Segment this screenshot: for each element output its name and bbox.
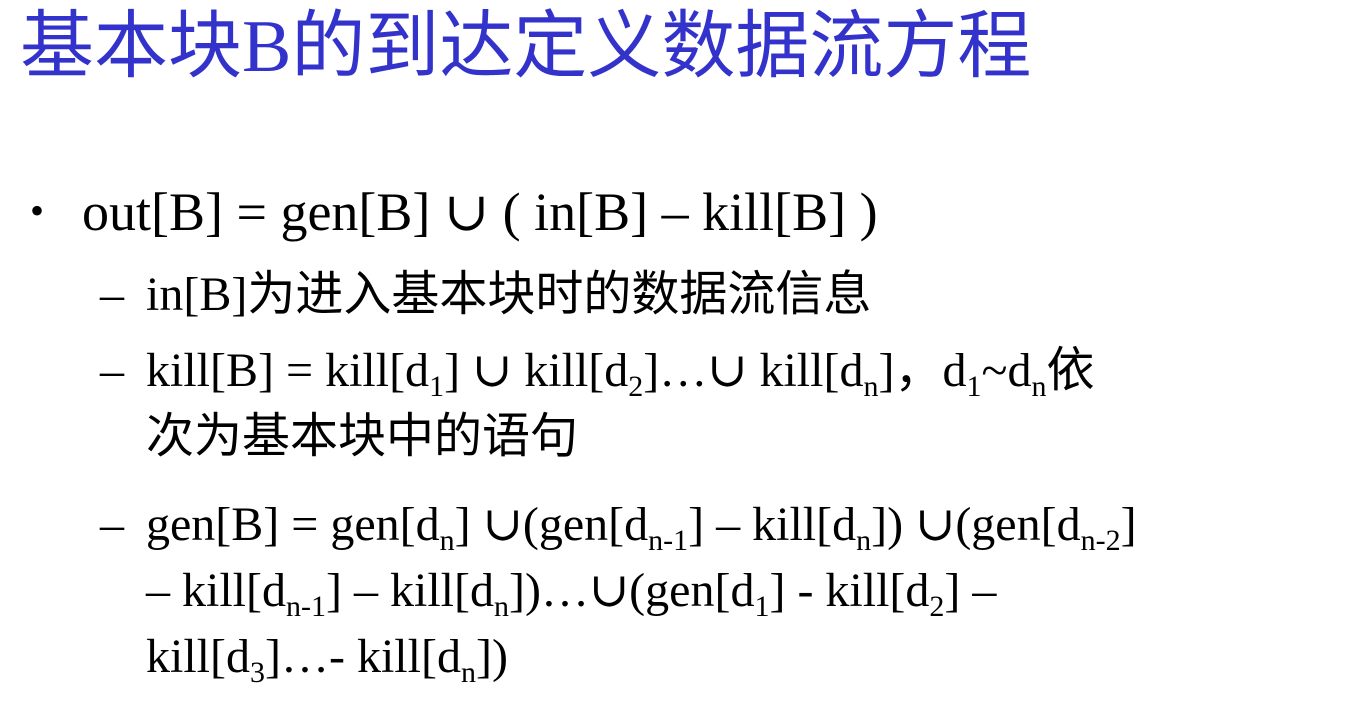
dash-marker: – bbox=[100, 268, 124, 321]
gen-text: ] – kill[d bbox=[688, 498, 857, 551]
kill-text: ] ∪ kill[d bbox=[444, 344, 629, 397]
equation-rhs: ( in[B] – kill[B] ) bbox=[502, 182, 878, 242]
gen-text: ] ∪(gen[d bbox=[454, 498, 649, 551]
gen-text: ])…∪(gen[d bbox=[508, 564, 755, 617]
sub-item-in: – in[B]为进入基本块时的数据流信息 bbox=[100, 262, 871, 328]
kill-text: ]…∪ kill[d bbox=[643, 344, 864, 397]
kill-text: kill[B] = kill[d bbox=[146, 344, 430, 397]
subscript: n-1 bbox=[648, 524, 689, 557]
gen-text: ] – kill[d bbox=[326, 564, 494, 617]
main-equation: • out[B] = gen[B] ∪ ( in[B] – kill[B] ) bbox=[30, 178, 878, 245]
kill-text: ~d bbox=[981, 344, 1032, 397]
bullet-marker: • bbox=[30, 188, 45, 233]
sub-item-in-text: in[B]为进入基本块时的数据流信息 bbox=[146, 268, 872, 321]
subscript: n-1 bbox=[286, 590, 326, 623]
subscript: 2 bbox=[929, 590, 945, 623]
gen-text: kill[d bbox=[146, 630, 250, 683]
sub-item-gen-line-2: – kill[dn-1] – kill[dn])…∪(gen[d1] - kil… bbox=[146, 558, 996, 624]
kill-text: 依 bbox=[1046, 344, 1095, 397]
gen-text: gen[B] = gen[d bbox=[146, 498, 440, 551]
union-symbol: ∪ bbox=[443, 182, 490, 242]
gen-text: ]) bbox=[475, 630, 508, 683]
gen-text: ]…- kill[d bbox=[265, 630, 461, 683]
subscript: 1 bbox=[754, 590, 770, 623]
subscript: n bbox=[460, 656, 476, 689]
subscript: 3 bbox=[250, 656, 265, 689]
gen-text: ] bbox=[1120, 498, 1137, 551]
subscript: 2 bbox=[628, 370, 644, 403]
subscript: n-2 bbox=[1080, 524, 1121, 557]
subscript: n bbox=[856, 524, 872, 557]
sub-item-kill-continuation: 次为基本块中的语句 bbox=[146, 410, 579, 463]
sub-item-kill: – kill[B] = kill[d1] ∪ kill[d2]…∪ kill[dn… bbox=[100, 338, 1094, 404]
subscript: 1 bbox=[429, 370, 445, 403]
gen-text: ] - kill[d bbox=[769, 564, 930, 617]
slide: 基本块B的到达定义数据流方程 • out[B] = gen[B] ∪ ( in[B… bbox=[0, 0, 1353, 725]
gen-text: – kill[d bbox=[146, 564, 286, 617]
subscript: n bbox=[1031, 370, 1047, 403]
gen-text: ]) ∪(gen[d bbox=[871, 498, 1081, 551]
equation-lhs: out[B] = gen[B] bbox=[82, 182, 431, 242]
sub-item-gen: – gen[B] = gen[dn] ∪(gen[dn-1] – kill[dn]… bbox=[100, 492, 1137, 558]
subscript: 1 bbox=[966, 370, 982, 403]
sub-item-gen-line-3: kill[d3]…- kill[dn]) bbox=[146, 624, 508, 690]
gen-text: ] – bbox=[944, 564, 997, 617]
slide-title: 基本块B的到达定义数据流方程 bbox=[20, 6, 1032, 88]
subscript: n bbox=[493, 590, 509, 623]
subscript: n bbox=[439, 524, 455, 557]
dash-marker: – bbox=[100, 498, 124, 551]
kill-text: ]，d bbox=[878, 344, 967, 397]
subscript: n bbox=[863, 370, 879, 403]
dash-marker: – bbox=[100, 344, 124, 397]
